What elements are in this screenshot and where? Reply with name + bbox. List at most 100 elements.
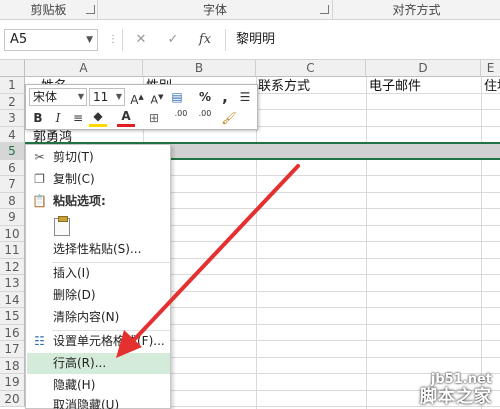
- menu-item-clear-contents[interactable]: 清除内容(N): [27, 307, 170, 328]
- paste-clipboard-icon[interactable]: [54, 216, 70, 236]
- menu-item-paste-special[interactable]: 选择性粘贴(S)...: [27, 239, 170, 260]
- row-header-7[interactable]: 7: [0, 176, 25, 193]
- row-header-18[interactable]: 18: [0, 357, 25, 374]
- context-menu: ✂ 剪切(T) ❐ 复制(C) 📋 粘贴选项: 选择性粘贴(S)... 插入(I…: [25, 144, 171, 409]
- font-size-dropdown-icon[interactable]: ▼: [116, 89, 122, 105]
- menu-item-hide[interactable]: 隐藏(H): [27, 375, 170, 396]
- menu-item-delete[interactable]: 删除(D): [27, 285, 170, 306]
- increase-decimal-icon[interactable]: .00: [172, 109, 190, 127]
- row-header-6[interactable]: 6: [0, 159, 25, 176]
- confirm-entry-icon[interactable]: ✓: [163, 31, 183, 49]
- ribbon-group-clipboard: 剪贴板: [0, 0, 98, 20]
- grid-column-line: [481, 77, 482, 409]
- row-header-19[interactable]: 19: [0, 374, 25, 391]
- decrease-decimal-icon[interactable]: .00: [196, 109, 214, 127]
- name-box[interactable]: A5 ▼: [4, 29, 98, 51]
- decrease-font-size-icon[interactable]: A▼: [148, 88, 166, 107]
- cell-d1[interactable]: 电子邮件: [369, 75, 421, 94]
- menu-item-delete-label: 删除(D): [53, 288, 96, 302]
- row-header-20[interactable]: 20: [0, 390, 25, 407]
- column-header-d-label: D: [418, 61, 428, 75]
- menu-item-clear-contents-label: 清除内容(N): [53, 310, 120, 324]
- formula-input-value: 黎明明: [236, 32, 276, 47]
- ribbon-group-font: 字体: [98, 0, 333, 20]
- row-header-9[interactable]: 9: [0, 209, 25, 226]
- row-header-16[interactable]: 16: [0, 324, 25, 341]
- menu-paste-options-heading: 📋 粘贴选项:: [27, 191, 170, 211]
- row-header-13[interactable]: 13: [0, 275, 25, 292]
- ribbon-group-alignment-label: 对齐方式: [392, 3, 441, 17]
- decrease-decimal-label: .00: [198, 109, 212, 118]
- borders-icon[interactable]: ⊞: [145, 109, 163, 127]
- menu-item-copy[interactable]: ❐ 复制(C): [27, 169, 170, 190]
- mini-toolbar: 宋体 ▼ 11 ▼ A▲ A▼ ▤ % , ☰ B I ≡ ◆ A ⊞ .00 …: [25, 84, 258, 130]
- menu-item-copy-label: 复制(C): [53, 172, 95, 186]
- ribbon-group-alignment: 对齐方式: [333, 0, 500, 20]
- select-all-corner[interactable]: [0, 60, 25, 77]
- row-header-14[interactable]: 14: [0, 291, 25, 308]
- italic-icon[interactable]: I: [49, 109, 67, 127]
- cell-e1[interactable]: 住址: [484, 75, 500, 94]
- menu-paste-options-label: 粘贴选项:: [53, 194, 106, 208]
- row-header-4[interactable]: 4: [0, 126, 25, 143]
- font-name-dropdown-icon[interactable]: ▼: [78, 89, 84, 105]
- row-header-5[interactable]: 5: [0, 143, 25, 160]
- column-header-b-label: B: [194, 61, 204, 75]
- row-header-1[interactable]: 1: [0, 77, 25, 94]
- align-center-icon[interactable]: ≡: [69, 109, 87, 127]
- formula-bar-buttons: ✕ ✓ fx: [122, 29, 220, 51]
- cell-c1[interactable]: 联系方式: [258, 75, 310, 94]
- menu-item-unhide[interactable]: 取消隐藏(U): [27, 395, 170, 409]
- insert-function-icon[interactable]: fx: [195, 31, 215, 49]
- bold-icon[interactable]: B: [29, 109, 47, 127]
- menu-item-unhide-label: 取消隐藏(U): [53, 398, 120, 409]
- name-box-value: A5: [10, 32, 28, 47]
- fill-color-icon[interactable]: ◆: [89, 109, 107, 127]
- menu-item-insert-label: 插入(I): [53, 266, 90, 280]
- row-header-2[interactable]: 2: [0, 93, 25, 110]
- merge-center-icon[interactable]: ☰: [236, 88, 254, 106]
- font-name-select[interactable]: 宋体 ▼: [29, 88, 87, 106]
- increase-decimal-label: .00: [174, 109, 188, 118]
- menu-item-cut-label: 剪切(T): [53, 150, 94, 164]
- column-header-e-label: E: [486, 61, 495, 75]
- grid-column-line: [366, 77, 367, 409]
- row-header-8[interactable]: 8: [0, 192, 25, 209]
- formula-bar: A5 ▼ ⋮ ✕ ✓ fx 黎明明: [0, 20, 500, 60]
- percent-style-icon[interactable]: %: [196, 88, 214, 106]
- watermark-name: 脚本之家: [420, 387, 492, 407]
- formula-input[interactable]: 黎明明: [225, 29, 500, 51]
- format-cells-icon: ☷: [34, 334, 45, 348]
- menu-item-format-cells-label: 设置单元格格式(F)...: [53, 334, 165, 348]
- ribbon-group-labels: 剪贴板 字体 对齐方式: [0, 0, 500, 20]
- font-color-icon[interactable]: A: [117, 109, 135, 127]
- copy-icon: ❐: [34, 172, 45, 186]
- ribbon-group-clipboard-label: 剪贴板: [30, 3, 67, 17]
- increase-font-size-icon[interactable]: A▲: [128, 88, 146, 107]
- column-header-a-label: A: [79, 61, 88, 75]
- formula-bar-splitter-icon[interactable]: ⋮: [108, 34, 118, 46]
- row-header-3[interactable]: 3: [0, 110, 25, 127]
- row-header-12[interactable]: 12: [0, 258, 25, 275]
- menu-item-cut[interactable]: ✂ 剪切(T): [27, 147, 170, 168]
- menu-item-hide-label: 隐藏(H): [53, 378, 96, 392]
- row-header-17[interactable]: 17: [0, 341, 25, 358]
- row-header-11[interactable]: 11: [0, 242, 25, 259]
- font-size-select[interactable]: 11 ▼: [89, 88, 125, 106]
- row-header-15[interactable]: 15: [0, 308, 25, 325]
- row-header-10[interactable]: 10: [0, 225, 25, 242]
- name-box-dropdown-icon[interactable]: ▼: [86, 30, 93, 50]
- menu-item-format-cells[interactable]: ☷ 设置单元格格式(F)...: [27, 331, 170, 352]
- font-size-value: 11: [93, 90, 109, 104]
- clipboard-launcher-icon[interactable]: [86, 5, 95, 14]
- menu-item-row-height[interactable]: 行高(R)...: [27, 353, 170, 374]
- menu-item-insert[interactable]: 插入(I): [27, 263, 170, 284]
- column-header-c-label: C: [306, 61, 315, 75]
- font-launcher-icon[interactable]: [320, 5, 329, 14]
- accounting-format-icon[interactable]: ▤: [168, 88, 186, 106]
- font-name-value: 宋体: [33, 90, 58, 104]
- cancel-entry-icon[interactable]: ✕: [131, 31, 151, 49]
- format-painter-icon[interactable]: 🖌: [220, 109, 238, 127]
- comma-style-icon[interactable]: ,: [216, 88, 234, 106]
- menu-item-paste-special-label: 选择性粘贴(S)...: [53, 242, 142, 256]
